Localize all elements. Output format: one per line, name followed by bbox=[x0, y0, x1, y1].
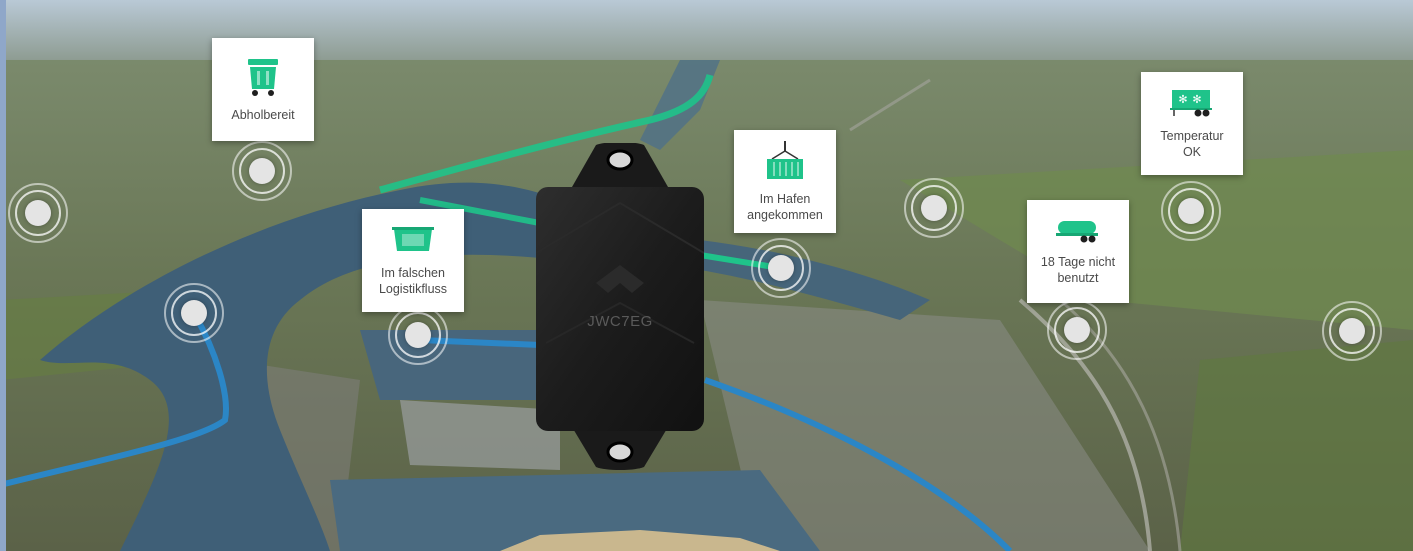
tracker-device: JWC7EG bbox=[535, 142, 705, 471]
location-node[interactable] bbox=[1322, 301, 1382, 361]
status-card-temperatur: ✻ ✻ Temperatur OK bbox=[1141, 72, 1243, 175]
status-card-nicht-benutzt: 18 Tage nicht benutzt bbox=[1027, 200, 1129, 303]
location-node[interactable] bbox=[8, 183, 68, 243]
status-card-label: Im Hafen angekommen bbox=[747, 191, 823, 222]
left-edge-strip bbox=[0, 0, 6, 551]
status-card-im-hafen: Im Hafen angekommen bbox=[734, 130, 836, 233]
device-id-label: JWC7EG bbox=[587, 313, 653, 330]
status-card-falscher-logistikfluss: Im falschen Logistikfluss bbox=[362, 209, 464, 312]
reefer-trailer-icon: ✻ ✻ bbox=[1170, 88, 1214, 122]
status-card-label: Temperatur OK bbox=[1160, 128, 1224, 159]
skip-container-icon bbox=[392, 225, 434, 259]
location-node[interactable] bbox=[164, 283, 224, 343]
crane-container-icon bbox=[764, 140, 806, 185]
status-card-label: Abholbereit bbox=[231, 107, 295, 122]
aerial-port-scene: Abholbereit Im falschen Logistikfluss Im… bbox=[0, 0, 1413, 551]
location-node[interactable] bbox=[1047, 300, 1107, 360]
svg-text:✻: ✻ bbox=[1192, 93, 1201, 106]
location-node[interactable] bbox=[751, 238, 811, 298]
tank-trailer-icon bbox=[1056, 218, 1100, 248]
location-node[interactable] bbox=[904, 178, 964, 238]
status-card-abholbereit: Abholbereit bbox=[212, 38, 314, 141]
location-node[interactable] bbox=[1161, 181, 1221, 241]
waste-container-icon bbox=[245, 57, 281, 101]
status-card-label: Im falschen Logistikfluss bbox=[378, 265, 448, 296]
location-node[interactable] bbox=[388, 305, 448, 365]
status-card-label: 18 Tage nicht benutzt bbox=[1040, 254, 1116, 285]
location-node[interactable] bbox=[232, 141, 292, 201]
svg-text:✻: ✻ bbox=[1178, 93, 1187, 106]
